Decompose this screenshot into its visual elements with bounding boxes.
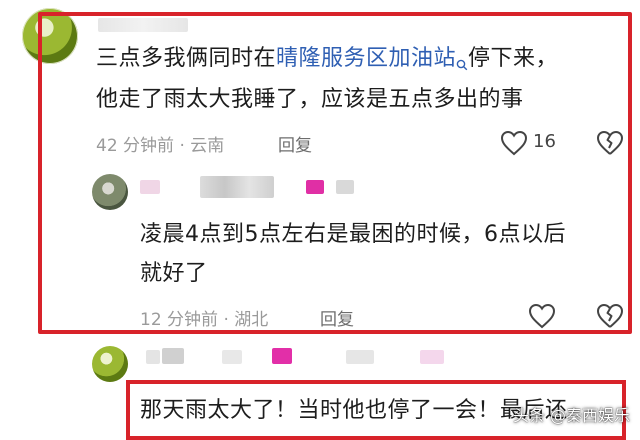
like-count: 16 <box>533 131 556 152</box>
comment-meta: 42 分钟前 · 云南 <box>96 136 225 156</box>
comment-text-segment: 停下来， <box>468 46 559 71</box>
username-blurred <box>140 180 160 194</box>
username-blurred <box>336 180 354 194</box>
username-blurred <box>146 350 160 364</box>
username-blurred <box>222 350 242 364</box>
location-link-label: 晴隆服务区加油站 <box>276 46 457 71</box>
location-link[interactable]: 晴隆服务区加油站 <box>276 46 468 71</box>
comment-text-segment: 三点多我俩同时在 <box>96 46 277 71</box>
avatar[interactable] <box>92 346 128 382</box>
reply-button[interactable]: 回复 <box>320 305 354 330</box>
reply-text-line2: 就好了 <box>140 261 208 286</box>
username-blurred <box>306 180 324 194</box>
reply-meta: 12 分钟前 · 湖北 <box>140 310 269 330</box>
username-blurred <box>420 350 444 364</box>
watermark: 头条 @秦西娱乐 <box>512 406 630 425</box>
avatar[interactable] <box>92 174 128 210</box>
search-icon <box>456 46 468 84</box>
reply-button[interactable]: 回复 <box>278 131 312 156</box>
username-blurred <box>200 176 274 198</box>
username-blurred <box>162 348 184 364</box>
username-blurred <box>272 348 292 364</box>
comment-text: 三点多我俩同时在晴隆服务区加油站 停下来， <box>96 40 616 84</box>
reply-text: 凌晨4点到5点左右是最困的时候，6点以后 <box>140 222 566 247</box>
heart-icon[interactable] <box>528 303 556 329</box>
broken-heart-icon[interactable] <box>596 130 624 156</box>
comment-text-line2: 他走了雨太大我睡了，应该是五点多出的事 <box>96 87 524 112</box>
username-blurred <box>346 350 374 364</box>
heart-icon[interactable] <box>500 130 528 156</box>
broken-heart-icon[interactable] <box>596 303 624 329</box>
